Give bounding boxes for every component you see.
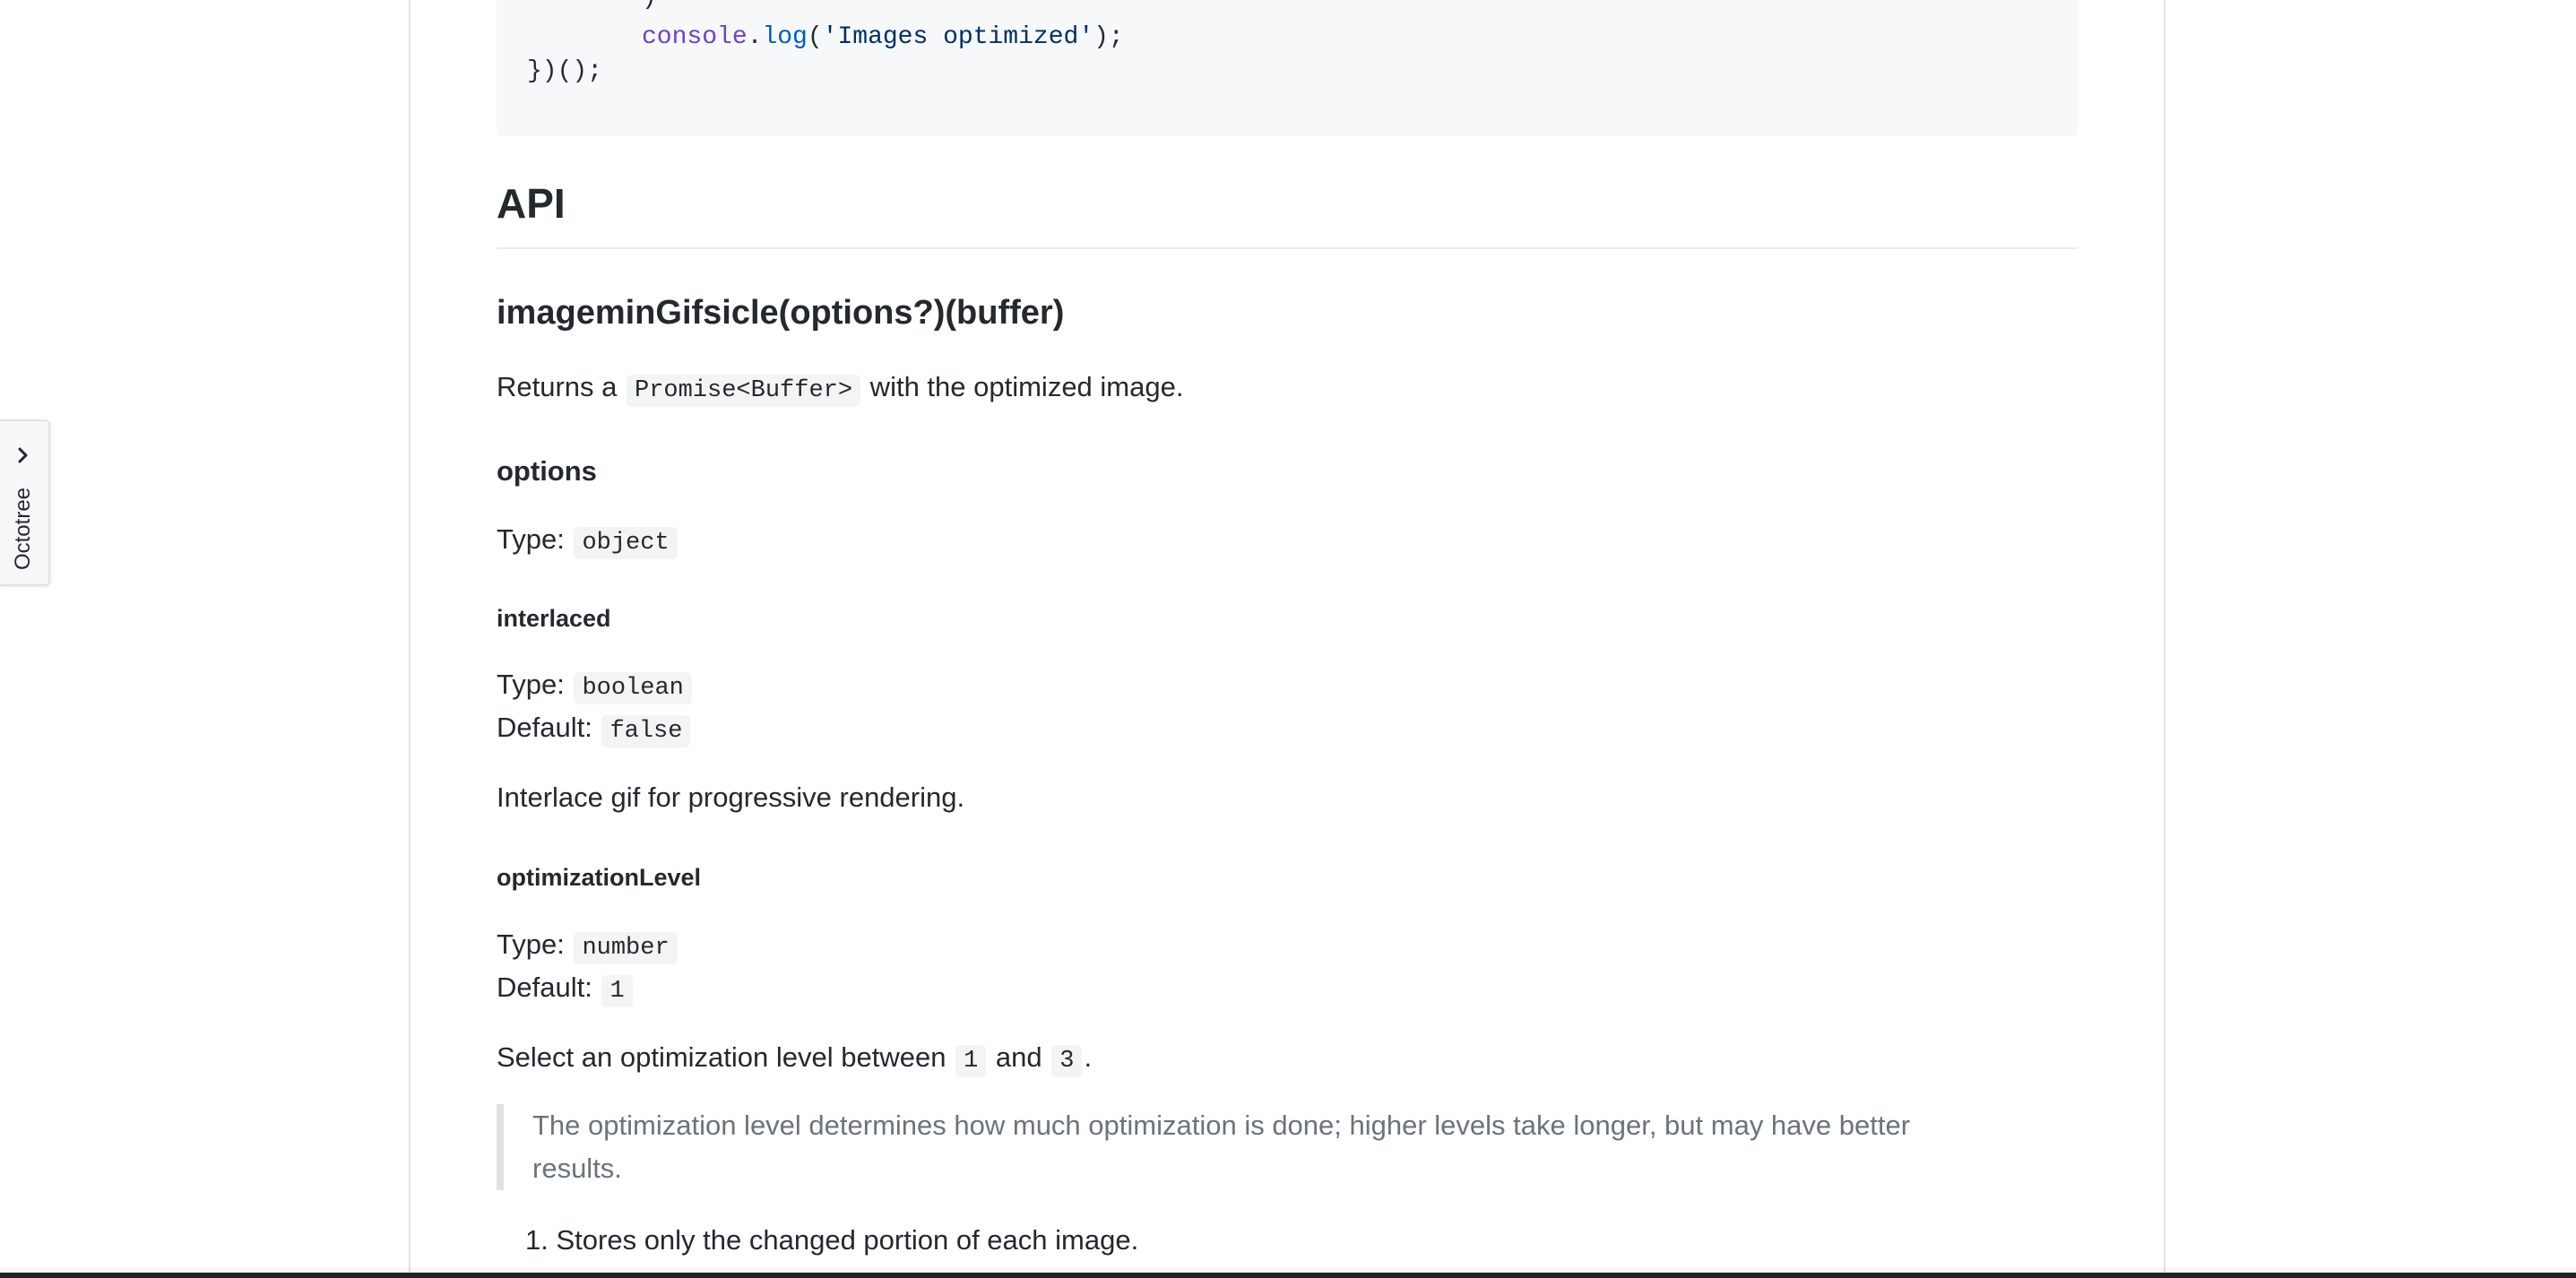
bottom-edge-bar — [0, 1273, 2576, 1278]
inline-code: boolean — [574, 672, 692, 704]
octotree-toggle[interactable]: Octotree — [0, 419, 50, 586]
code-block: ) console.log('Images optimized'); })(); — [497, 0, 2078, 136]
inline-code: Promise<Buffer> — [627, 375, 861, 407]
interlaced-heading: interlaced — [497, 605, 611, 632]
chevron-right-icon — [13, 445, 34, 466]
code-token: log — [762, 23, 808, 51]
heading-divider — [497, 247, 2078, 249]
inline-code: 1 — [955, 1045, 987, 1077]
inline-code: object — [574, 527, 678, 559]
interlaced-type: Type: boolean — [497, 665, 694, 708]
list-number: 1. — [525, 1224, 549, 1256]
code-line: })(); — [527, 57, 603, 85]
readme-container — [409, 0, 2165, 1278]
octotree-label: Octotree — [11, 487, 35, 571]
list-text: Stores only the changed portion of each … — [556, 1224, 1139, 1256]
optimization-level-type: Type: number — [497, 925, 679, 968]
list-item: 1. Stores only the changed portion of ea… — [525, 1224, 1138, 1256]
optimization-level-heading: optimizationLevel — [497, 864, 702, 891]
api-heading: API — [497, 180, 566, 227]
page-viewport: ) console.log('Images optimized'); })();… — [0, 0, 2576, 1278]
code-line: ) — [642, 0, 657, 14]
quote-line: The optimization level determines how mu… — [532, 1110, 1911, 1141]
interlaced-description: Interlace gif for progressive rendering. — [497, 781, 965, 813]
options-type: Type: object — [497, 520, 679, 563]
options-heading: options — [497, 455, 597, 487]
code-string: 'Images optimized' — [822, 23, 1094, 51]
inline-code: 1 — [601, 975, 633, 1007]
code-token: console — [642, 23, 748, 51]
inline-code: false — [601, 715, 691, 747]
code-line: console.log('Images optimized'); — [642, 23, 1124, 51]
quote-line: results. — [532, 1153, 622, 1184]
function-heading: imageminGifsicle(options?)(buffer) — [497, 294, 1065, 332]
interlaced-default: Default: false — [497, 708, 692, 751]
inline-code: number — [574, 932, 678, 964]
blockquote: The optimization level determines how mu… — [497, 1104, 2078, 1190]
optimization-level-description: Select an optimization level between 1 a… — [497, 1038, 1092, 1081]
returns-paragraph: Returns a Promise<Buffer> with the optim… — [497, 367, 1183, 410]
inline-code: 3 — [1051, 1045, 1083, 1077]
optimization-level-default: Default: 1 — [497, 968, 635, 1011]
